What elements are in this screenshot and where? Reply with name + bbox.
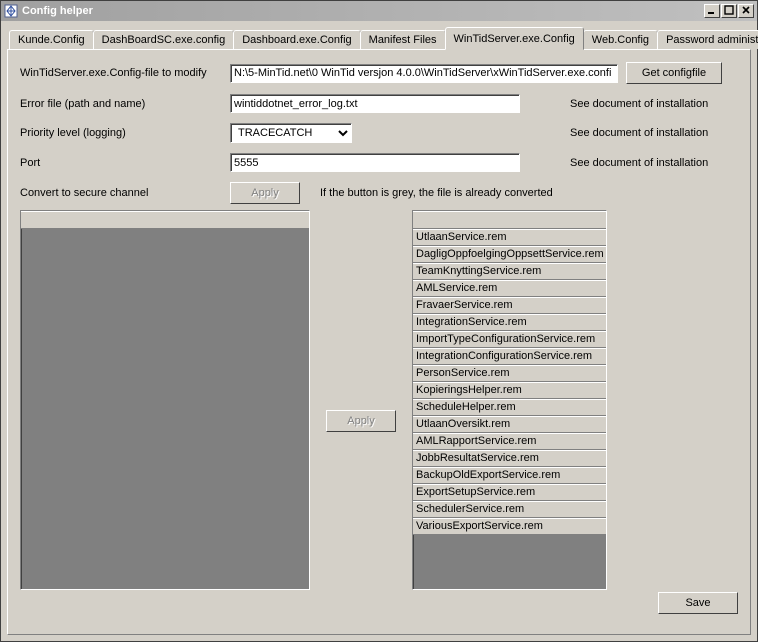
tab-web-config[interactable]: Web.Config: [583, 30, 658, 49]
doc-note-2: See document of installation: [570, 127, 708, 139]
port-label: Port: [20, 157, 230, 169]
service-item[interactable]: KopieringsHelper.rem: [413, 382, 606, 399]
tab-password-administration[interactable]: Password administration: [657, 30, 758, 49]
service-item[interactable]: UtlaanService.rem: [413, 229, 606, 246]
close-button[interactable]: [738, 4, 754, 18]
services-listbox[interactable]: UtlaanService.remDagligOppfoelgingOppset…: [412, 210, 607, 590]
tab-wintidserver-exe-config[interactable]: WinTidServer.exe.Config: [445, 27, 584, 50]
port-input[interactable]: [230, 153, 520, 172]
tab-manifest-files[interactable]: Manifest Files: [360, 30, 446, 49]
lists-area: Apply UtlaanService.remDagligOppfoelging…: [20, 210, 738, 590]
client-area: Kunde.Config DashBoardSC.exe.config Dash…: [1, 21, 757, 641]
tab-kunde-config[interactable]: Kunde.Config: [9, 30, 94, 49]
services-container: UtlaanService.remDagligOppfoelgingOppset…: [413, 229, 606, 535]
service-item[interactable]: BackupOldExportService.rem: [413, 467, 606, 484]
priority-select[interactable]: TRACECATCH: [230, 123, 352, 143]
service-item[interactable]: PersonService.rem: [413, 365, 606, 382]
save-button[interactable]: Save: [658, 592, 738, 614]
app-icon: [4, 4, 18, 18]
service-item[interactable]: IntegrationService.rem: [413, 314, 606, 331]
doc-note-3: See document of installation: [570, 157, 708, 169]
doc-note-1: See document of installation: [570, 98, 708, 110]
titlebar: Config helper: [1, 1, 757, 21]
convert-label: Convert to secure channel: [20, 187, 230, 199]
tabstrip: Kunde.Config DashBoardSC.exe.config Dash…: [9, 27, 751, 49]
error-file-label: Error file (path and name): [20, 98, 230, 110]
priority-label: Priority level (logging): [20, 127, 230, 139]
service-item[interactable]: TeamKnyttingService.rem: [413, 263, 606, 280]
tab-dashboardsc-exe-config[interactable]: DashBoardSC.exe.config: [93, 30, 235, 49]
service-item[interactable]: AMLService.rem: [413, 280, 606, 297]
maximize-button[interactable]: [721, 4, 737, 18]
service-item[interactable]: ExportSetupService.rem: [413, 484, 606, 501]
apply-services-button: Apply: [326, 410, 396, 432]
service-item[interactable]: ImportTypeConfigurationService.rem: [413, 331, 606, 348]
apply-convert-button: Apply: [230, 182, 300, 204]
config-file-input[interactable]: [230, 64, 618, 83]
service-item[interactable]: IntegrationConfigurationService.rem: [413, 348, 606, 365]
service-item[interactable]: SchedulerService.rem: [413, 501, 606, 518]
service-item[interactable]: JobbResultatService.rem: [413, 450, 606, 467]
service-item[interactable]: ScheduleHelper.rem: [413, 399, 606, 416]
service-item[interactable]: VariousExportService.rem: [413, 518, 606, 535]
config-file-label: WinTidServer.exe.Config-file to modify: [20, 67, 230, 79]
get-configfile-button[interactable]: Get configfile: [626, 62, 722, 84]
error-file-input[interactable]: [230, 94, 520, 113]
tab-panel: WinTidServer.exe.Config-file to modify G…: [7, 49, 751, 635]
window-title: Config helper: [22, 5, 704, 17]
convert-hint: If the button is grey, the file is alrea…: [320, 187, 553, 199]
service-item[interactable]: DagligOppfoelgingOppsettService.rem: [413, 246, 606, 263]
service-item[interactable]: UtlaanOversikt.rem: [413, 416, 606, 433]
minimize-button[interactable]: [704, 4, 720, 18]
window-controls: [704, 4, 754, 18]
app-window: Config helper Kunde.Config DashBoardSC.e…: [0, 0, 758, 642]
tab-dashboard-exe-config[interactable]: Dashboard.exe.Config: [233, 30, 360, 49]
service-item[interactable]: FravaerService.rem: [413, 297, 606, 314]
service-item[interactable]: AMLRapportService.rem: [413, 433, 606, 450]
left-listbox[interactable]: [20, 210, 310, 590]
